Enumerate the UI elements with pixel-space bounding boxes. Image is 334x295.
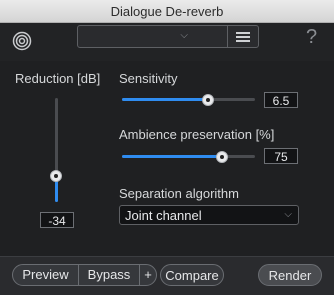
- separation-label: Separation algorithm: [119, 186, 239, 201]
- separation-select[interactable]: Joint channel ⌵: [119, 205, 299, 225]
- reduction-value-field[interactable]: -34: [40, 212, 74, 228]
- ambience-value-field[interactable]: 75: [264, 148, 298, 164]
- chevron-down-icon: ⌵: [180, 30, 188, 41]
- preset-menu-button[interactable]: [227, 26, 258, 47]
- compare-button[interactable]: Compare: [160, 264, 224, 286]
- ambience-slider-handle[interactable]: [216, 151, 228, 163]
- window-title: Dialogue De-reverb: [110, 4, 224, 19]
- ambience-label: Ambience preservation [%]: [119, 127, 275, 142]
- sensitivity-label: Sensitivity: [119, 71, 178, 86]
- preset-dropdown[interactable]: ⌵: [78, 26, 226, 47]
- header-bar: ⌵ ?: [0, 23, 334, 61]
- sensitivity-value-field[interactable]: 6.5: [264, 92, 298, 108]
- hamburger-icon: [236, 32, 250, 34]
- bypass-button[interactable]: Bypass: [79, 265, 139, 285]
- sensitivity-slider-fill: [122, 98, 208, 101]
- preview-button-group: Preview Bypass +: [12, 264, 157, 286]
- izotope-logo-icon[interactable]: [12, 31, 32, 51]
- reduction-label: Reduction [dB]: [15, 71, 101, 86]
- reduction-slider-handle[interactable]: [50, 170, 62, 182]
- hamburger-icon-line: [236, 40, 250, 42]
- help-button[interactable]: ?: [306, 26, 317, 49]
- preview-button[interactable]: Preview: [13, 265, 78, 285]
- hamburger-icon-line: [236, 36, 250, 38]
- add-button[interactable]: +: [140, 265, 156, 285]
- sensitivity-slider-handle[interactable]: [202, 94, 214, 106]
- title-bar: Dialogue De-reverb: [0, 0, 334, 23]
- ambience-slider-fill: [122, 155, 222, 158]
- chevron-down-icon: ⌵: [284, 209, 292, 220]
- separation-value: Joint channel: [125, 208, 202, 223]
- footer-bar: Preview Bypass + Compare Render: [0, 256, 334, 295]
- preset-selector: ⌵: [77, 25, 259, 48]
- render-button[interactable]: Render: [258, 264, 322, 286]
